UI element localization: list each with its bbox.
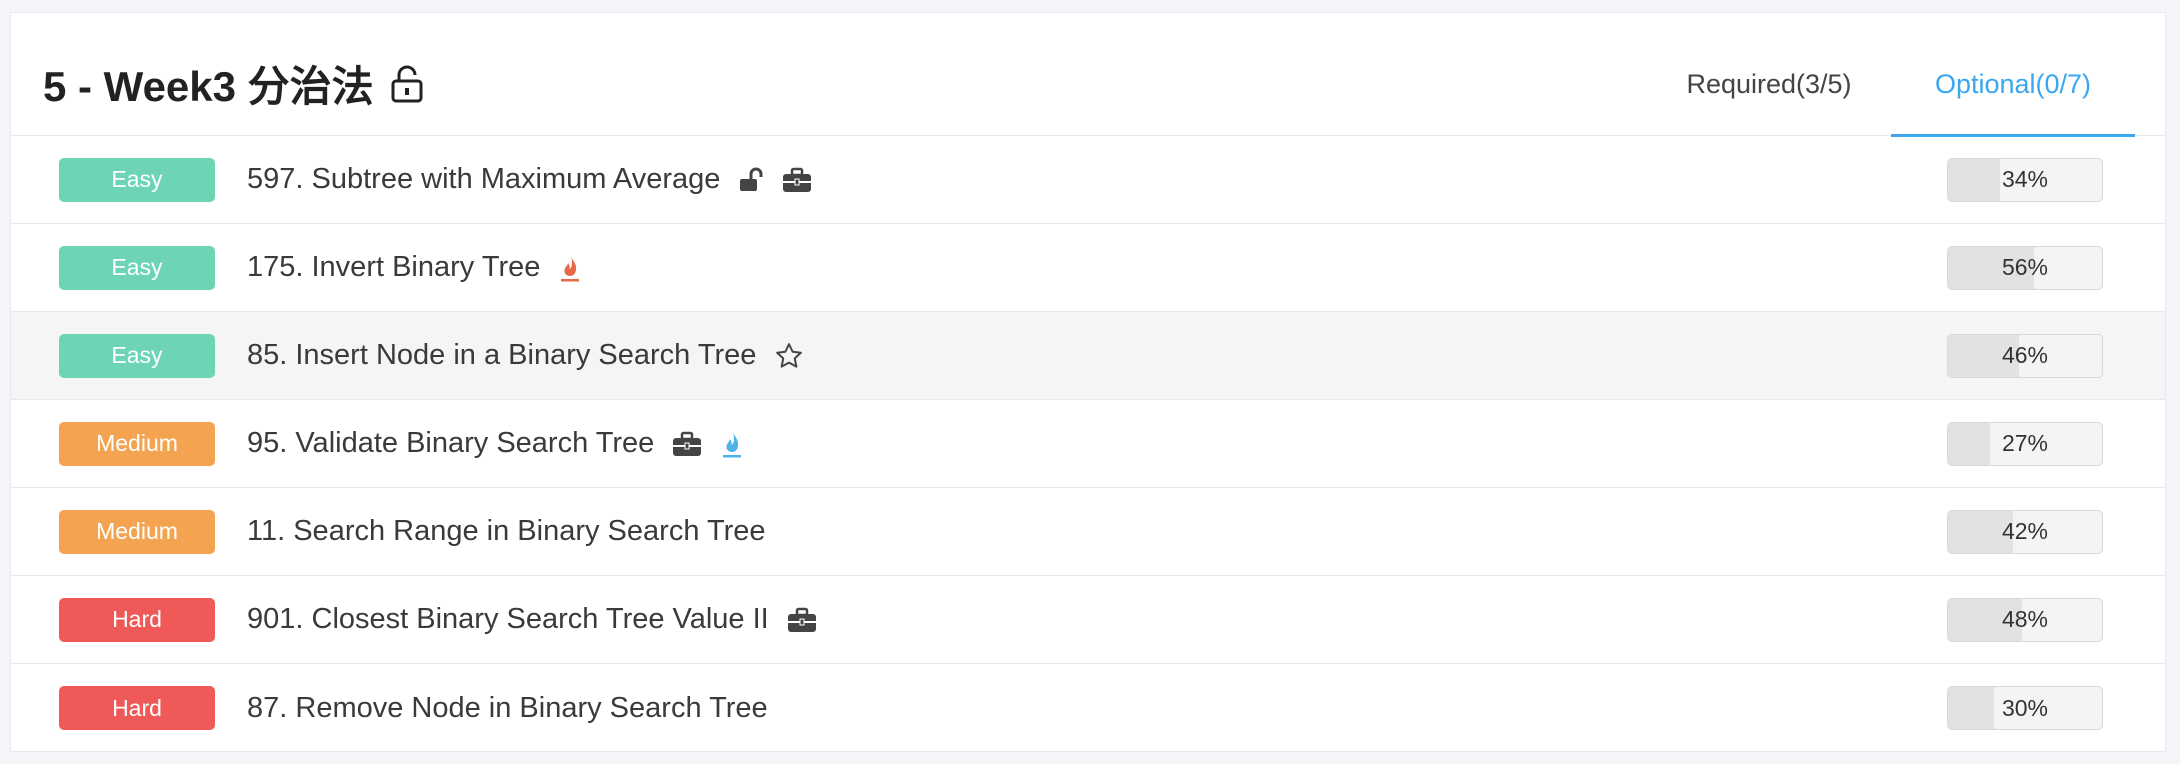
pass-rate-text: 56% bbox=[2001, 254, 2049, 280]
briefcase-icon bbox=[782, 167, 812, 193]
difficulty-badge: Medium bbox=[59, 421, 215, 466]
pass-rate-bar: 46% bbox=[1947, 333, 2103, 378]
tab-bar: Required(3/5) Optional(0/7) bbox=[1647, 13, 2135, 137]
lesson-card: 5 - Week3 分治法 Required(3/5) Optional(0/7… bbox=[10, 12, 2166, 752]
problem-row[interactable]: Easy 597. Subtree with Maximum Average 34% bbox=[11, 136, 2165, 224]
problem-title-group: 95. Validate Binary Search Tree bbox=[247, 427, 744, 460]
problem-title-link[interactable]: 175. Invert Binary Tree bbox=[247, 251, 540, 284]
difficulty-badge: Easy bbox=[59, 157, 215, 202]
problem-title-link[interactable]: 597. Subtree with Maximum Average bbox=[247, 163, 720, 196]
pass-rate-bar: 27% bbox=[1947, 421, 2103, 466]
problem-title-group: 87. Remove Node in Binary Search Tree bbox=[247, 692, 768, 725]
briefcase-icon bbox=[672, 431, 702, 457]
tab-required[interactable]: Required(3/5) bbox=[1647, 13, 1891, 136]
pass-rate-text: 48% bbox=[2001, 606, 2049, 632]
difficulty-badge: Medium bbox=[59, 509, 215, 554]
pass-rate-text: 46% bbox=[2001, 342, 2049, 368]
problem-row[interactable]: Medium 11. Search Range in Binary Search … bbox=[11, 488, 2165, 576]
star-icon bbox=[774, 341, 804, 371]
pass-rate-bar: 48% bbox=[1947, 597, 2103, 642]
difficulty-badge: Easy bbox=[59, 333, 215, 378]
page-title-text: 5 - Week3 分治法 bbox=[43, 63, 374, 110]
tab-required-label: Required(3/5) bbox=[1686, 69, 1852, 99]
pass-rate-text: 27% bbox=[2001, 430, 2049, 456]
problem-title-link[interactable]: 95. Validate Binary Search Tree bbox=[247, 427, 654, 460]
problem-row[interactable]: Easy 85. Insert Node in a Binary Search T… bbox=[11, 312, 2165, 400]
fire-red-icon bbox=[558, 253, 582, 283]
lesson-header: 5 - Week3 分治法 Required(3/5) Optional(0/7… bbox=[11, 13, 2165, 137]
problem-row[interactable]: Hard 901. Closest Binary Search Tree Valu… bbox=[11, 576, 2165, 664]
unlock-icon bbox=[390, 65, 424, 103]
problem-title-group: 175. Invert Binary Tree bbox=[247, 251, 582, 284]
fire-blue-icon bbox=[720, 429, 744, 459]
briefcase-icon bbox=[787, 607, 817, 633]
problem-title-link[interactable]: 901. Closest Binary Search Tree Value II bbox=[247, 603, 769, 636]
problem-row[interactable]: Medium 95. Validate Binary Search Tree 27% bbox=[11, 400, 2165, 488]
problem-row[interactable]: Easy 175. Invert Binary Tree 56% bbox=[11, 224, 2165, 312]
problem-title-link[interactable]: 85. Insert Node in a Binary Search Tree bbox=[247, 339, 756, 372]
difficulty-badge: Easy bbox=[59, 245, 215, 290]
unlock-icon bbox=[738, 167, 764, 193]
pass-rate-bar: 56% bbox=[1947, 245, 2103, 290]
tab-optional-label: Optional(0/7) bbox=[1934, 69, 2092, 99]
difficulty-badge: Hard bbox=[59, 597, 215, 642]
pass-rate-text: 42% bbox=[2001, 518, 2049, 544]
pass-rate-bar: 30% bbox=[1947, 686, 2103, 730]
problem-row[interactable]: Hard 87. Remove Node in Binary Search Tre… bbox=[11, 664, 2165, 752]
problem-title-group: 11. Search Range in Binary Search Tree bbox=[247, 515, 766, 548]
pass-rate-bar: 42% bbox=[1947, 509, 2103, 554]
problem-title-link[interactable]: 87. Remove Node in Binary Search Tree bbox=[247, 692, 768, 725]
pass-rate-text: 34% bbox=[2001, 166, 2049, 192]
problem-title-group: 85. Insert Node in a Binary Search Tree bbox=[247, 339, 804, 372]
problem-title-group: 901. Closest Binary Search Tree Value II bbox=[247, 603, 817, 636]
difficulty-badge: Hard bbox=[59, 686, 215, 730]
page-title: 5 - Week3 分治法 bbox=[43, 53, 424, 114]
pass-rate-bar: 34% bbox=[1947, 157, 2103, 202]
problem-list: Easy 597. Subtree with Maximum Average 34%… bbox=[11, 136, 2165, 752]
problem-title-group: 597. Subtree with Maximum Average bbox=[247, 163, 812, 196]
problem-title-link[interactable]: 11. Search Range in Binary Search Tree bbox=[247, 515, 766, 548]
pass-rate-text: 30% bbox=[2001, 694, 2049, 721]
tab-optional[interactable]: Optional(0/7) bbox=[1891, 13, 2135, 137]
